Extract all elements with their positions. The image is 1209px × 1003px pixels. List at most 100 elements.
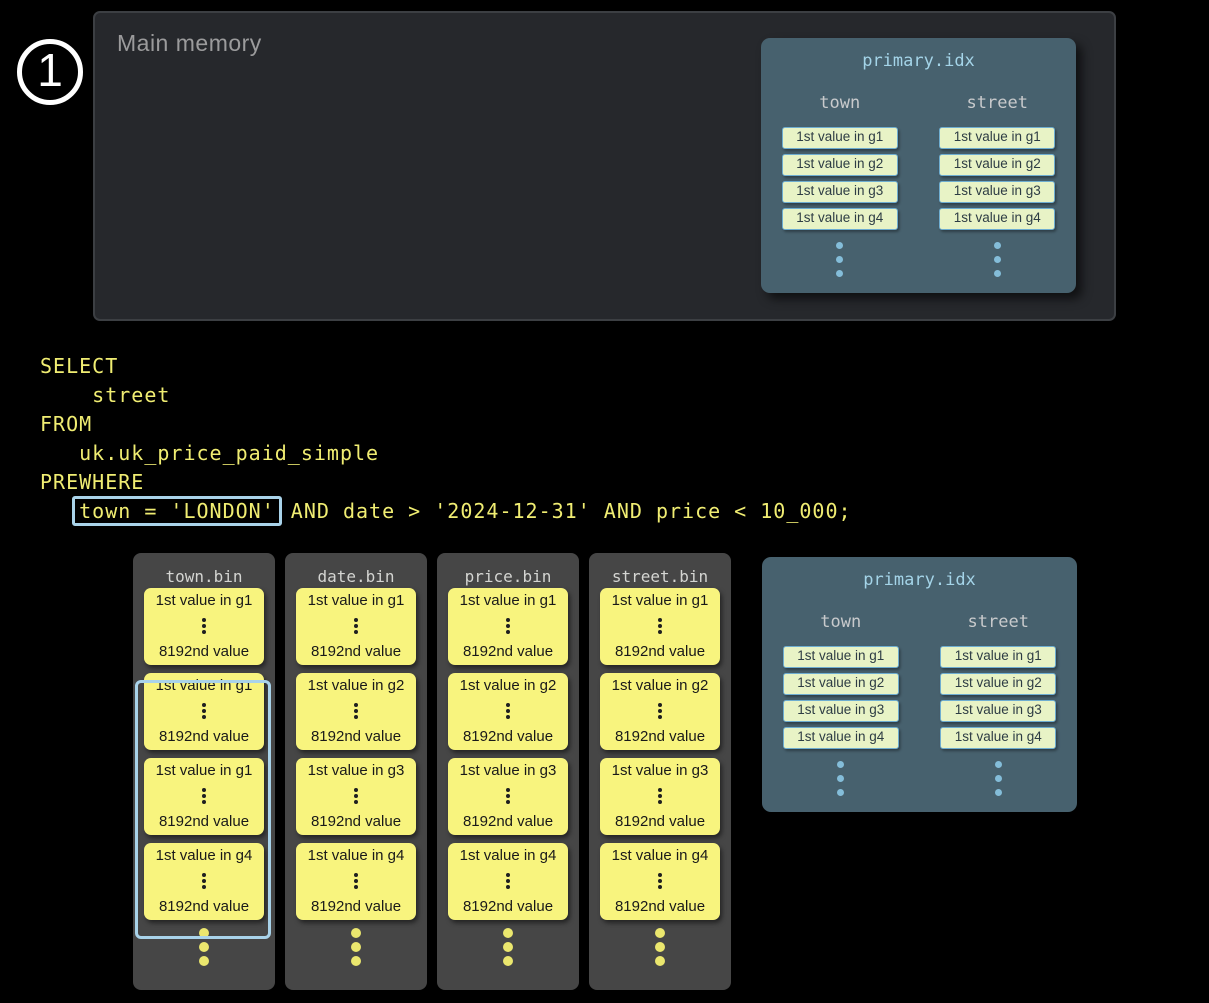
ellipsis-dots bbox=[296, 701, 416, 721]
bin-date: date.bin 1st value in g1 8192nd value 1s… bbox=[285, 553, 427, 990]
granule-block: 1st value in g1 8192nd value bbox=[448, 588, 568, 665]
idx-entry-chip: 1st value in g2 bbox=[940, 673, 1056, 695]
granule-first-value: 1st value in g4 bbox=[600, 847, 720, 864]
granule-last-value: 8192nd value bbox=[600, 898, 720, 915]
idx-column-header: street bbox=[919, 93, 1077, 113]
idx-entry-chip: 1st value in g3 bbox=[940, 700, 1056, 722]
sql-line: street bbox=[40, 381, 852, 410]
prewhere-town-predicate-highlight: town = 'LONDON' bbox=[72, 496, 282, 526]
granule-block: 1st value in g3 8192nd value bbox=[296, 758, 416, 835]
granule-block: 1st value in g1 8192nd value bbox=[144, 588, 264, 665]
ellipsis-dots bbox=[448, 871, 568, 891]
granule-first-value: 1st value in g3 bbox=[600, 762, 720, 779]
idx-card-title: primary.idx bbox=[762, 570, 1077, 590]
granule-last-value: 8192nd value bbox=[296, 643, 416, 660]
ellipsis-dots bbox=[761, 242, 919, 277]
idx-column-town: town 1st value in g1 1st value in g2 1st… bbox=[762, 612, 920, 803]
granule-first-value: 1st value in g1 bbox=[144, 592, 264, 609]
granule-last-value: 8192nd value bbox=[296, 728, 416, 745]
granule-first-value: 1st value in g1 bbox=[600, 592, 720, 609]
granule-first-value: 1st value in g2 bbox=[448, 677, 568, 694]
idx-entry-chip: 1st value in g1 bbox=[783, 646, 899, 668]
sql-rest-predicates: AND date > '2024-12-31' AND price < 10_0… bbox=[278, 499, 852, 523]
granule-first-value: 1st value in g4 bbox=[448, 847, 568, 864]
main-memory-panel: Main memory primary.idx town 1st value i… bbox=[93, 11, 1116, 321]
ellipsis-dots bbox=[600, 871, 720, 891]
granule-first-value: 1st value in g4 bbox=[144, 847, 264, 864]
granule-last-value: 8192nd value bbox=[144, 813, 264, 830]
ellipsis-dots bbox=[296, 786, 416, 806]
granule-first-value: 1st value in g1 bbox=[144, 762, 264, 779]
idx-columns: town 1st value in g1 1st value in g2 1st… bbox=[762, 612, 1077, 803]
idx-entry-chip: 1st value in g1 bbox=[939, 127, 1055, 149]
ellipsis-dots bbox=[144, 701, 264, 721]
granule-first-value: 1st value in g4 bbox=[296, 847, 416, 864]
sql-line: SELECT bbox=[40, 352, 852, 381]
granule-first-value: 1st value in g3 bbox=[296, 762, 416, 779]
granule-block: 1st value in g1 8192nd value bbox=[296, 588, 416, 665]
idx-card-title: primary.idx bbox=[761, 51, 1076, 71]
granule-first-value: 1st value in g1 bbox=[144, 677, 264, 694]
bin-title: date.bin bbox=[285, 566, 427, 588]
ellipsis-dots bbox=[600, 786, 720, 806]
idx-entry-chip: 1st value in g2 bbox=[782, 154, 898, 176]
ellipsis-dots bbox=[144, 786, 264, 806]
bin-title: price.bin bbox=[437, 566, 579, 588]
ellipsis-dots bbox=[919, 242, 1077, 277]
ellipsis-dots bbox=[437, 928, 579, 966]
ellipsis-dots bbox=[144, 871, 264, 891]
idx-entry-chip: 1st value in g1 bbox=[782, 127, 898, 149]
idx-column-town: town 1st value in g1 1st value in g2 1st… bbox=[761, 93, 919, 284]
idx-entry-chip: 1st value in g2 bbox=[783, 673, 899, 695]
primary-idx-card-memory: primary.idx town 1st value in g1 1st val… bbox=[761, 38, 1076, 293]
idx-column-header: town bbox=[761, 93, 919, 113]
granule-block: 1st value in g1 8192nd value bbox=[144, 673, 264, 750]
idx-entry-chip: 1st value in g4 bbox=[939, 208, 1055, 230]
granule-last-value: 8192nd value bbox=[448, 898, 568, 915]
granule-last-value: 8192nd value bbox=[600, 643, 720, 660]
ellipsis-dots bbox=[448, 616, 568, 636]
sql-query: SELECT street FROM uk.uk_price_paid_simp… bbox=[40, 352, 852, 526]
primary-idx-card-disk: primary.idx town 1st value in g1 1st val… bbox=[762, 557, 1077, 812]
granule-block: 1st value in g2 8192nd value bbox=[600, 673, 720, 750]
ellipsis-dots bbox=[920, 761, 1078, 796]
granule-block: 1st value in g1 8192nd value bbox=[600, 588, 720, 665]
step-number: 1 bbox=[37, 47, 63, 93]
ellipsis-dots bbox=[600, 616, 720, 636]
granule-last-value: 8192nd value bbox=[296, 898, 416, 915]
ellipsis-dots bbox=[589, 928, 731, 966]
idx-entry-chip: 1st value in g3 bbox=[782, 181, 898, 203]
granule-last-value: 8192nd value bbox=[600, 728, 720, 745]
granule-last-value: 8192nd value bbox=[448, 728, 568, 745]
granule-first-value: 1st value in g1 bbox=[448, 592, 568, 609]
granule-last-value: 8192nd value bbox=[144, 728, 264, 745]
ellipsis-dots bbox=[296, 616, 416, 636]
granule-block: 1st value in g4 8192nd value bbox=[144, 843, 264, 920]
ellipsis-dots bbox=[133, 928, 275, 966]
granule-first-value: 1st value in g2 bbox=[296, 677, 416, 694]
idx-column-header: street bbox=[920, 612, 1078, 632]
sql-line: PREWHERE bbox=[40, 468, 852, 497]
idx-entry-chip: 1st value in g1 bbox=[940, 646, 1056, 668]
bin-title: town.bin bbox=[133, 566, 275, 588]
main-memory-title: Main memory bbox=[117, 30, 262, 57]
granule-last-value: 8192nd value bbox=[144, 898, 264, 915]
bin-street: street.bin 1st value in g1 8192nd value … bbox=[589, 553, 731, 990]
idx-entry-chip: 1st value in g3 bbox=[939, 181, 1055, 203]
granule-block: 1st value in g1 8192nd value bbox=[144, 758, 264, 835]
granule-block: 1st value in g2 8192nd value bbox=[448, 673, 568, 750]
granule-last-value: 8192nd value bbox=[144, 643, 264, 660]
idx-column-header: town bbox=[762, 612, 920, 632]
idx-entry-chip: 1st value in g4 bbox=[782, 208, 898, 230]
step-1-badge: 1 bbox=[17, 39, 83, 105]
ellipsis-dots bbox=[296, 871, 416, 891]
granule-first-value: 1st value in g1 bbox=[296, 592, 416, 609]
sql-line-prewhere-predicates: town = 'LONDON' AND date > '2024-12-31' … bbox=[40, 497, 852, 526]
granule-last-value: 8192nd value bbox=[448, 813, 568, 830]
bin-town: town.bin 1st value in g1 8192nd value 1s… bbox=[133, 553, 275, 990]
ellipsis-dots bbox=[600, 701, 720, 721]
ellipsis-dots bbox=[448, 786, 568, 806]
ellipsis-dots bbox=[285, 928, 427, 966]
granule-block: 1st value in g3 8192nd value bbox=[600, 758, 720, 835]
granule-first-value: 1st value in g2 bbox=[600, 677, 720, 694]
